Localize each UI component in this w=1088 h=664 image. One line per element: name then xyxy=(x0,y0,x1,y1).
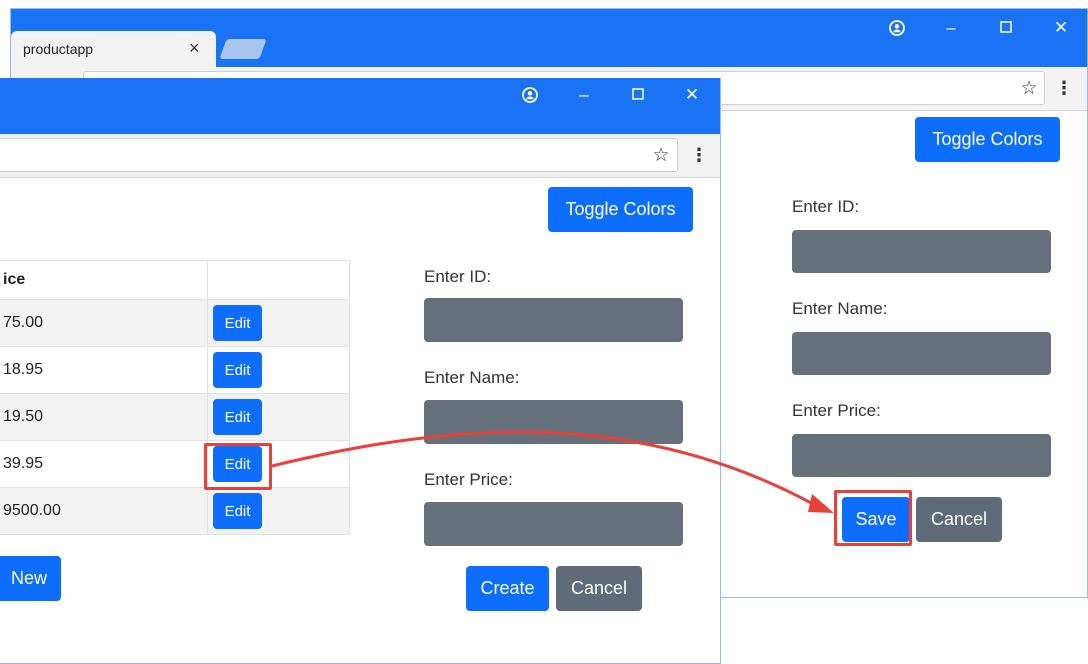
price-cell: 9500.00 xyxy=(3,502,61,519)
table-row: 39.95 xyxy=(0,440,208,488)
star-icon[interactable]: ☆ xyxy=(1018,77,1040,99)
table-row-actions: Edit xyxy=(207,393,350,441)
front-toggle-colors-button[interactable]: Toggle Colors xyxy=(548,187,693,232)
price-cell: 39.95 xyxy=(3,455,44,472)
edit-button[interactable]: Edit xyxy=(213,399,262,435)
table-row-actions: Edit xyxy=(207,299,350,347)
back-id-label: Enter ID: xyxy=(792,197,860,216)
save-highlight xyxy=(834,490,912,546)
new-button[interactable]: New xyxy=(0,556,61,601)
table-row-actions: Edit xyxy=(207,487,350,535)
table-header-price: ice xyxy=(0,260,208,300)
back-cancel-button[interactable]: Cancel xyxy=(916,497,1002,542)
front-cancel-button[interactable]: Cancel xyxy=(556,566,642,611)
maximize-icon[interactable] xyxy=(628,84,648,104)
tab-close-icon[interactable]: × xyxy=(189,38,200,59)
table-header-actions xyxy=(207,260,350,300)
star-icon[interactable]: ☆ xyxy=(650,144,672,166)
table-row: 19.50 xyxy=(0,393,208,441)
menu-dots-icon[interactable]: ⋮ xyxy=(690,144,708,166)
front-browser-window: – ✕ ☆ ⋮ Toggle Colors ice 75.00 Edit 18.… xyxy=(0,78,721,664)
table-row: 18.95 xyxy=(0,346,208,394)
new-tab-button[interactable] xyxy=(219,39,267,59)
close-icon[interactable]: ✕ xyxy=(1051,17,1071,37)
minimize-icon[interactable]: – xyxy=(574,84,594,104)
back-tab[interactable]: productapp × xyxy=(11,31,216,67)
price-cell: 19.50 xyxy=(3,408,44,425)
back-titlebar: productapp × – ✕ xyxy=(11,9,1087,67)
back-toggle-colors-button[interactable]: Toggle Colors xyxy=(915,117,1060,162)
edit-button[interactable]: Edit xyxy=(213,493,262,529)
price-cell: 75.00 xyxy=(3,314,44,331)
back-name-label: Enter Name: xyxy=(792,299,888,318)
front-price-input[interactable] xyxy=(424,502,683,546)
front-name-label: Enter Name: xyxy=(424,368,520,387)
back-name-input[interactable] xyxy=(792,332,1051,375)
back-price-label: Enter Price: xyxy=(792,401,881,420)
close-icon[interactable]: ✕ xyxy=(682,84,702,104)
account-icon[interactable] xyxy=(887,18,907,38)
front-price-label: Enter Price: xyxy=(424,470,513,489)
back-price-input[interactable] xyxy=(792,434,1051,477)
front-name-input[interactable] xyxy=(424,400,683,444)
menu-dots-icon[interactable]: ⋮ xyxy=(1055,77,1073,99)
back-tab-title: productapp xyxy=(23,41,94,57)
front-toolbar: ☆ ⋮ xyxy=(0,134,720,178)
front-titlebar: – ✕ xyxy=(0,78,720,134)
table-row: 75.00 xyxy=(0,299,208,347)
price-cell: 18.95 xyxy=(3,361,44,378)
front-id-label: Enter ID: xyxy=(424,267,492,286)
maximize-icon[interactable] xyxy=(996,17,1016,37)
table-row-actions: Edit xyxy=(207,346,350,394)
edit-button[interactable]: Edit xyxy=(213,352,262,388)
create-button[interactable]: Create xyxy=(466,566,549,611)
minimize-icon[interactable]: – xyxy=(941,17,961,37)
account-icon[interactable] xyxy=(520,85,540,105)
table-row: 9500.00 xyxy=(0,487,208,535)
front-id-input[interactable] xyxy=(424,298,683,342)
front-address-bar[interactable] xyxy=(0,138,678,172)
edit-button[interactable]: Edit xyxy=(213,305,262,341)
edit-highlight xyxy=(204,443,272,490)
products-table: ice 75.00 Edit 18.95 Edit 19.50 Edit 39.… xyxy=(0,260,350,538)
back-id-input[interactable] xyxy=(792,230,1051,273)
